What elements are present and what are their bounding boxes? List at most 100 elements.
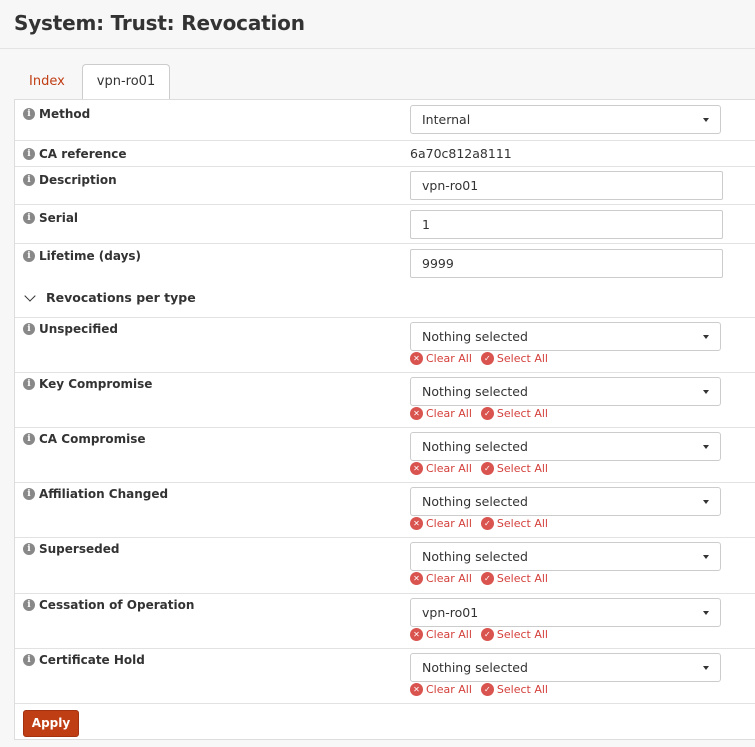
ca-reference-label-text: CA reference bbox=[39, 147, 127, 161]
clear-icon: ✕ bbox=[410, 572, 423, 585]
revocation-select[interactable]: Nothing selected bbox=[410, 322, 721, 351]
method-row: i Method Internal bbox=[15, 100, 755, 140]
revocation-select-value: vpn-ro01 bbox=[422, 605, 479, 620]
revocation-select[interactable]: Nothing selected bbox=[410, 487, 721, 516]
revocation-actions: ✕ Clear All ✓ Select All bbox=[410, 628, 557, 641]
clear-all-button[interactable]: ✕ Clear All bbox=[410, 628, 472, 641]
serial-label-text: Serial bbox=[39, 211, 79, 225]
method-select[interactable]: Internal bbox=[410, 105, 721, 134]
clear-all-button[interactable]: ✕ Clear All bbox=[410, 407, 472, 420]
select-all-button[interactable]: ✓ Select All bbox=[480, 683, 548, 696]
revocation-label: i Key Compromise bbox=[23, 377, 152, 391]
revocation-select-value: Nothing selected bbox=[422, 384, 528, 399]
revocation-actions: ✕ Clear All ✓ Select All bbox=[410, 352, 557, 365]
lifetime-input[interactable]: 9999 bbox=[410, 249, 723, 278]
select-all-button[interactable]: ✓ Select All bbox=[480, 407, 548, 420]
description-label-text: Description bbox=[39, 173, 117, 187]
clear-icon: ✕ bbox=[410, 352, 423, 365]
select-all-label: Select All bbox=[496, 407, 548, 420]
clear-all-label: Clear All bbox=[426, 517, 472, 530]
clear-all-button[interactable]: ✕ Clear All bbox=[410, 462, 472, 475]
clear-all-label: Clear All bbox=[426, 352, 472, 365]
revocation-row: i Key Compromise Nothing selected ✕ Clear Al… bbox=[15, 372, 755, 427]
clear-all-button[interactable]: ✕ Clear All bbox=[410, 517, 472, 530]
revocation-label-text: CA Compromise bbox=[39, 432, 146, 446]
info-icon[interactable]: i bbox=[23, 599, 35, 611]
clear-all-button[interactable]: ✕ Clear All bbox=[410, 683, 472, 696]
revocation-select-value: Nothing selected bbox=[422, 660, 528, 675]
revocation-select[interactable]: vpn-ro01 bbox=[410, 598, 721, 627]
revocation-label-text: Cessation of Operation bbox=[39, 598, 195, 612]
info-icon[interactable]: i bbox=[23, 174, 35, 186]
clear-all-label: Clear All bbox=[426, 462, 472, 475]
lifetime-label: i Lifetime (days) bbox=[23, 249, 141, 263]
revocation-row: i Cessation of Operation vpn-ro01 ✕ Clear Al… bbox=[15, 593, 755, 648]
description-row: i Description vpn-ro01 bbox=[15, 166, 755, 204]
revocations-section-header[interactable]: Revocations per type bbox=[15, 281, 755, 317]
info-icon[interactable]: i bbox=[23, 433, 35, 445]
info-icon[interactable]: i bbox=[23, 148, 35, 160]
select-all-label: Select All bbox=[496, 517, 548, 530]
check-icon: ✓ bbox=[480, 683, 494, 696]
revocation-label: i Affiliation Changed bbox=[23, 487, 168, 501]
revocation-actions: ✕ Clear All ✓ Select All bbox=[410, 683, 557, 696]
revocation-select[interactable]: Nothing selected bbox=[410, 432, 721, 461]
clear-icon: ✕ bbox=[410, 683, 423, 696]
info-icon[interactable]: i bbox=[23, 108, 35, 120]
caret-down-icon bbox=[703, 118, 709, 122]
revocation-select-value: Nothing selected bbox=[422, 439, 528, 454]
description-label: i Description bbox=[23, 173, 117, 187]
description-input[interactable]: vpn-ro01 bbox=[410, 171, 723, 200]
method-label: i Method bbox=[23, 107, 90, 121]
clear-all-button[interactable]: ✕ Clear All bbox=[410, 352, 472, 365]
clear-all-button[interactable]: ✕ Clear All bbox=[410, 572, 472, 585]
tab-bar: Index vpn-ro01 bbox=[14, 64, 172, 100]
clear-icon: ✕ bbox=[410, 628, 423, 641]
revocation-actions: ✕ Clear All ✓ Select All bbox=[410, 517, 557, 530]
revocation-label-text: Certificate Hold bbox=[39, 653, 145, 667]
select-all-button[interactable]: ✓ Select All bbox=[480, 352, 548, 365]
revocation-select-value: Nothing selected bbox=[422, 329, 528, 344]
info-icon[interactable]: i bbox=[23, 378, 35, 390]
revocation-select-value: Nothing selected bbox=[422, 549, 528, 564]
caret-down-icon bbox=[703, 335, 709, 339]
revocation-row: i Certificate Hold Nothing selected ✕ Clear … bbox=[15, 648, 755, 703]
select-all-label: Select All bbox=[496, 572, 548, 585]
select-all-button[interactable]: ✓ Select All bbox=[480, 628, 548, 641]
revocation-select[interactable]: Nothing selected bbox=[410, 377, 721, 406]
chevron-down-icon[interactable] bbox=[24, 289, 36, 302]
apply-button[interactable]: Apply bbox=[23, 710, 79, 737]
serial-input[interactable]: 1 bbox=[410, 210, 723, 239]
clear-all-label: Clear All bbox=[426, 407, 472, 420]
revocation-select[interactable]: Nothing selected bbox=[410, 653, 721, 682]
info-icon[interactable]: i bbox=[23, 654, 35, 666]
revocation-label: i Superseded bbox=[23, 542, 119, 556]
revocation-select[interactable]: Nothing selected bbox=[410, 542, 721, 571]
page-title: System: Trust: Revocation bbox=[14, 11, 305, 35]
revocation-actions: ✕ Clear All ✓ Select All bbox=[410, 462, 557, 475]
ca-reference-value: 6a70c812a8111 bbox=[410, 146, 512, 161]
method-label-text: Method bbox=[39, 107, 91, 121]
lifetime-label-text: Lifetime (days) bbox=[39, 249, 142, 263]
info-icon[interactable]: i bbox=[23, 323, 35, 335]
revocation-label: i CA Compromise bbox=[23, 432, 145, 446]
select-all-button[interactable]: ✓ Select All bbox=[480, 517, 548, 530]
select-all-button[interactable]: ✓ Select All bbox=[480, 572, 548, 585]
info-icon[interactable]: i bbox=[23, 488, 35, 500]
caret-down-icon bbox=[703, 555, 709, 559]
info-icon[interactable]: i bbox=[23, 250, 35, 262]
info-icon[interactable]: i bbox=[23, 543, 35, 555]
revocation-label-text: Key Compromise bbox=[39, 377, 153, 391]
revocation-row: i Superseded Nothing selected ✕ Clear All ✓ Se… bbox=[15, 537, 755, 592]
revocation-select-value: Nothing selected bbox=[422, 494, 528, 509]
info-icon[interactable]: i bbox=[23, 212, 35, 224]
select-all-button[interactable]: ✓ Select All bbox=[480, 462, 548, 475]
apply-row: Apply bbox=[15, 703, 755, 741]
revocation-row: i Affiliation Changed Nothing selected ✕ Cle… bbox=[15, 482, 755, 537]
caret-down-icon bbox=[703, 500, 709, 504]
tab-index[interactable]: Index bbox=[14, 64, 80, 99]
tab-vpn-ro01[interactable]: vpn-ro01 bbox=[81, 64, 171, 100]
lifetime-row: i Lifetime (days) 9999 bbox=[15, 243, 755, 281]
revocation-row: i CA Compromise Nothing selected ✕ Clear All… bbox=[15, 427, 755, 482]
revocation-label-text: Superseded bbox=[39, 542, 120, 556]
